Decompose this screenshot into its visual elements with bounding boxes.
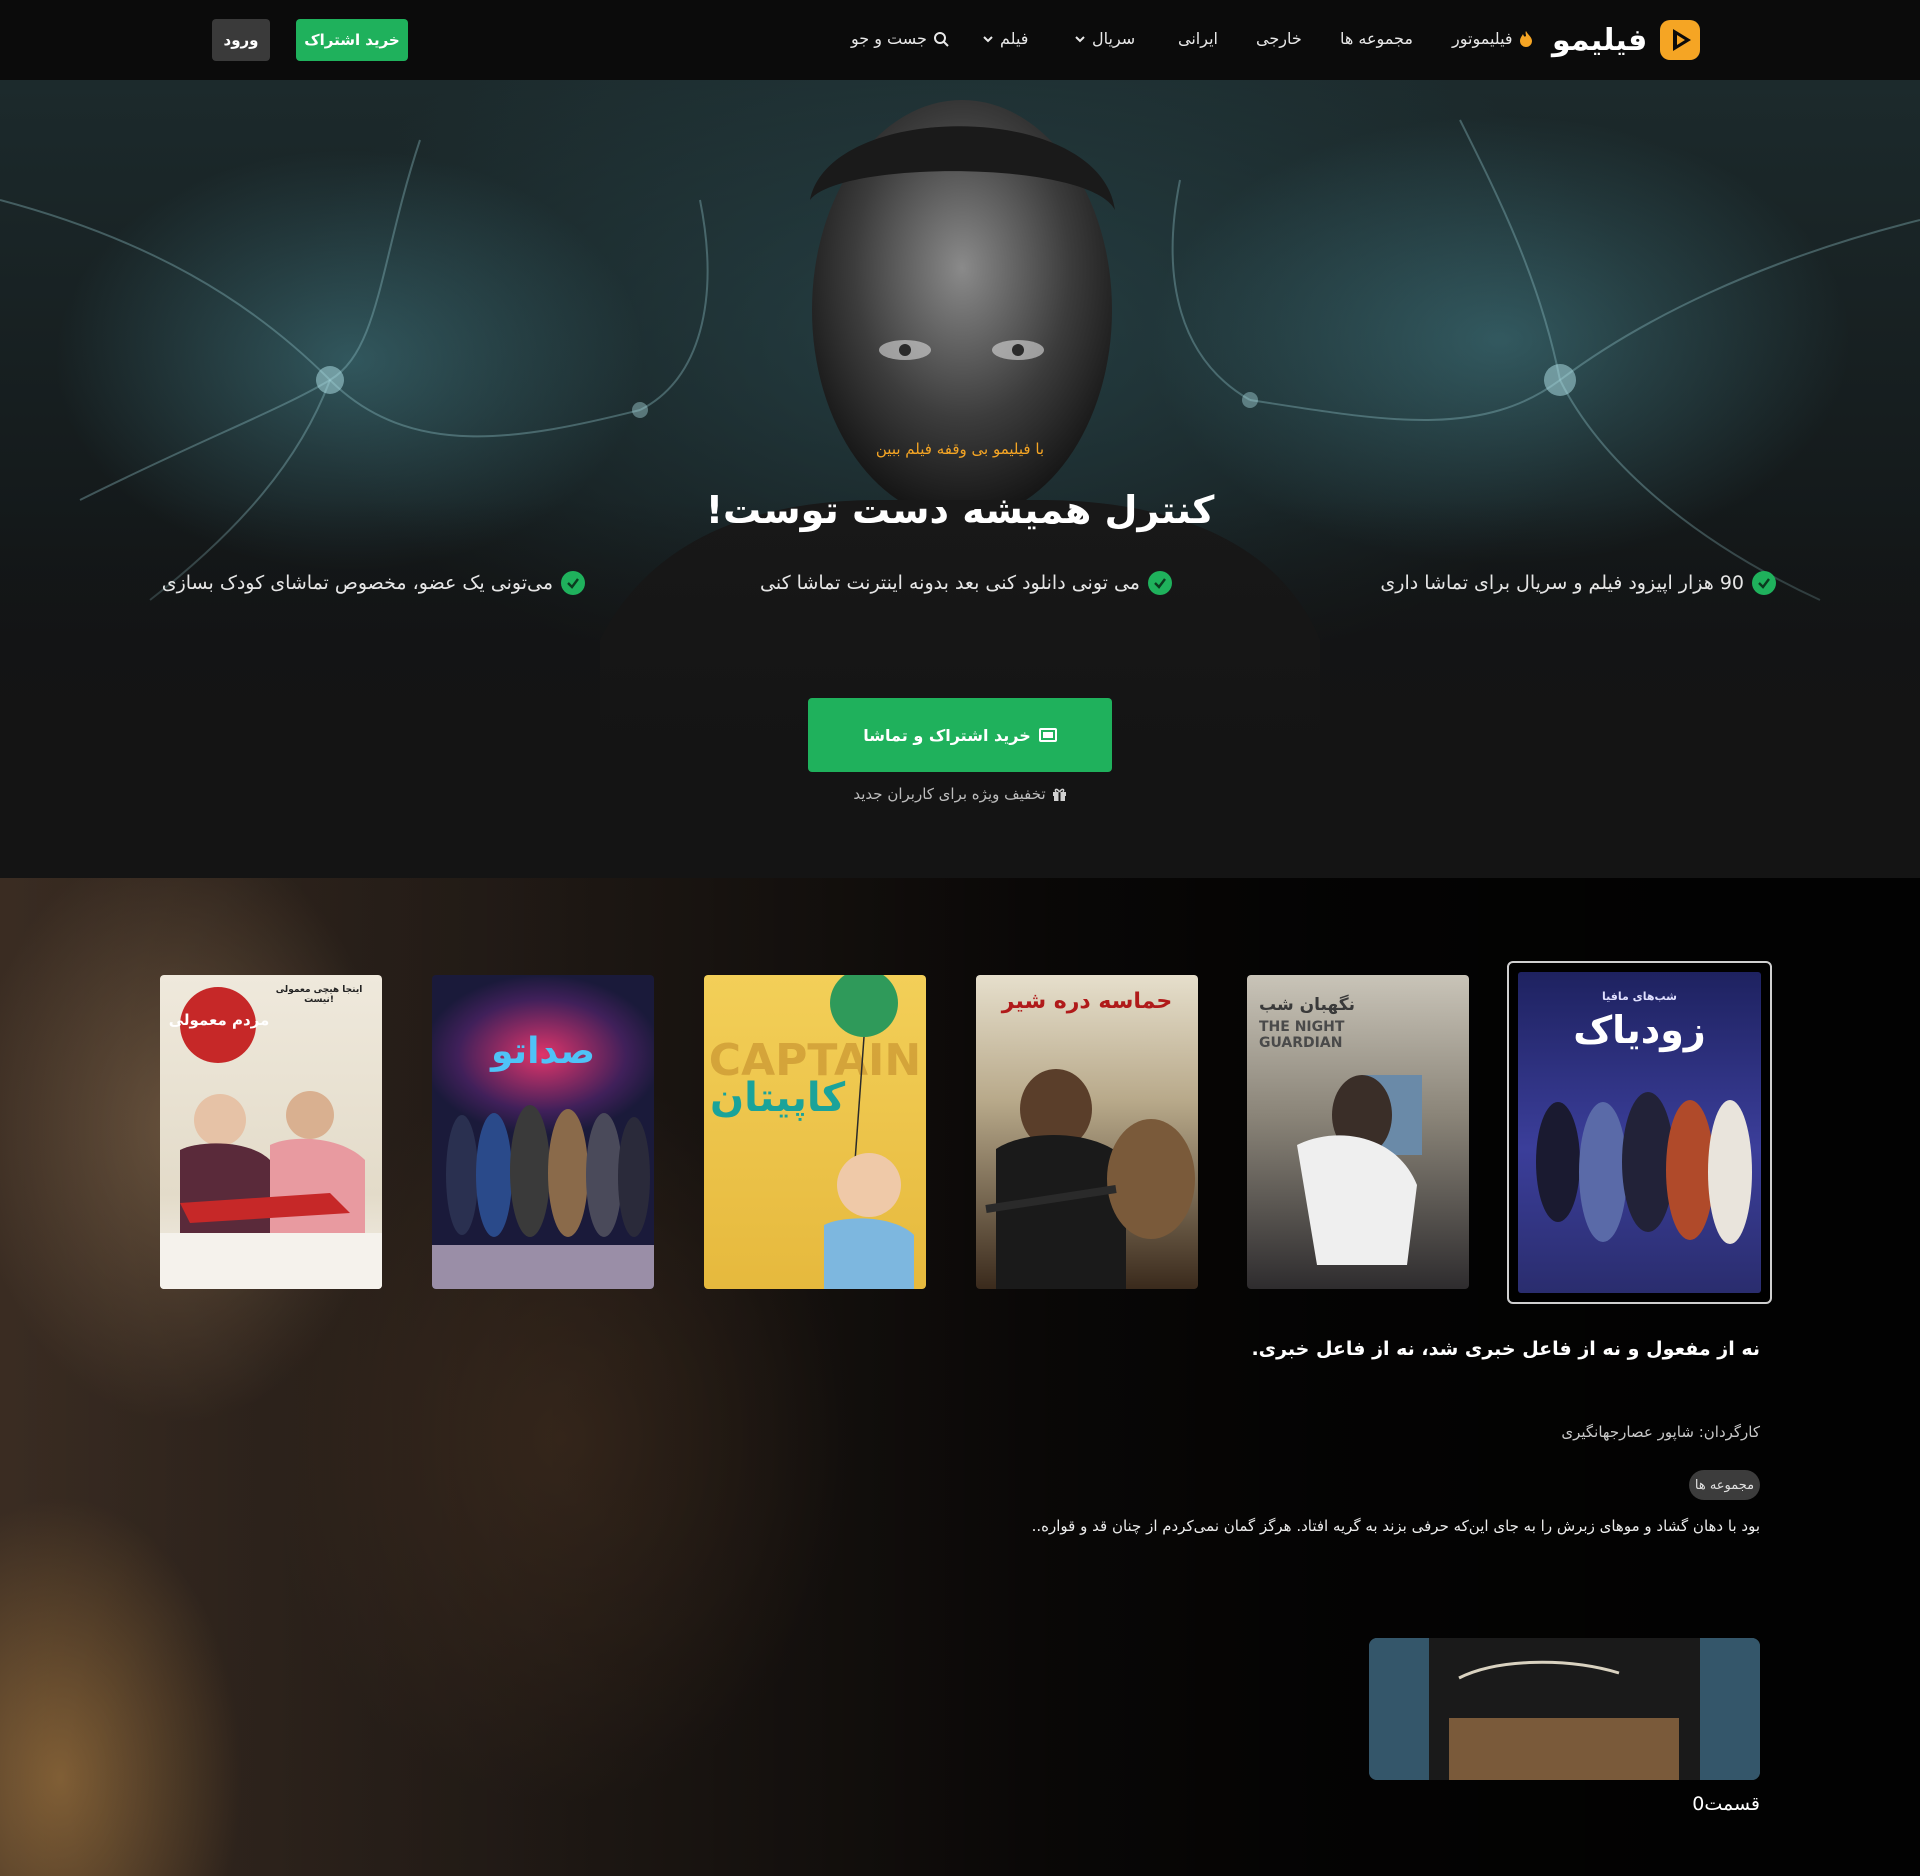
nav-series-dropdown[interactable]: سریال: [1074, 29, 1135, 48]
feature-text: می تونی دانلود کنی بعد بدونه اینترنت تما…: [760, 572, 1140, 594]
poster-figures: [985, 1069, 1195, 1289]
poster-card-lion-valley[interactable]: حماسه دره شیر: [976, 975, 1198, 1289]
login-button[interactable]: ورود: [212, 19, 270, 61]
nav-search-label: جست و جو: [851, 29, 927, 48]
search-icon: [933, 31, 949, 47]
poster-card-captain[interactable]: CAPTAIN کاپیتان: [704, 975, 926, 1289]
nav-foreign[interactable]: خارجی: [1256, 29, 1302, 48]
feature-text: 90 هزار اپیزود فیلم و سریال برای تماشا د…: [1380, 572, 1744, 594]
episode-label: قسمت0: [1692, 1793, 1760, 1815]
brand-name: فیلیمو: [1552, 22, 1648, 58]
nav-iranian[interactable]: ایرانی: [1178, 29, 1218, 48]
nav-collections-label: مجموعه ها: [1340, 29, 1413, 48]
check-circle-icon: [1148, 571, 1172, 595]
poster-title: مردم معمولی: [168, 1011, 270, 1029]
discount-text: تخفیف ویژه برای کاربران جدید: [853, 785, 1046, 803]
poster-art: نگهبان شب THE NIGHT GUARDIAN: [1247, 975, 1469, 1289]
ticket-icon: [1038, 728, 1057, 742]
poster-figures: [432, 1105, 654, 1289]
feature-item: می‌تونی یک عضو، مخصوص تماشای کودک بسازی: [162, 571, 585, 595]
poster-card-zodiac[interactable]: شب‌های مافیا زودیاک: [1507, 961, 1772, 1304]
poster-subtitle: اینجا هیچی معمولی نیست!: [275, 985, 363, 1005]
top-navbar: فیلیمو فیلیموتور مجموعه ها خارجی ایرانی …: [0, 0, 1920, 80]
feature-item: می تونی دانلود کنی بعد بدونه اینترنت تما…: [760, 571, 1172, 595]
poster-card-ordinary-people[interactable]: مردم معمولی اینجا هیچی معمولی نیست!: [160, 975, 382, 1289]
poster-figures: [1536, 1092, 1752, 1244]
poster-art: شب‌های مافیا زودیاک: [1518, 972, 1761, 1293]
hero-fade: [0, 500, 1920, 878]
poster-art: مردم معمولی اینجا هیچی معمولی نیست!: [160, 975, 382, 1289]
discount-note: تخفیف ویژه برای کاربران جدید: [0, 785, 1920, 803]
gift-icon: [1052, 788, 1066, 801]
episode-thumbnail-art: [1369, 1638, 1760, 1780]
chevron-down-icon: [1075, 35, 1085, 42]
nav-filimotor-label: فیلیموتور: [1452, 29, 1513, 48]
hero-banner: با فیلیمو بی وقفه فیلم ببین کنترل همیشه …: [0, 80, 1920, 878]
poster-figures: [1297, 1075, 1422, 1265]
poster-title: زودیاک: [1573, 1008, 1706, 1052]
poster-art: حماسه دره شیر: [976, 975, 1198, 1289]
featured-headline: نه از مفعول و نه از فاعل خبری شد، نه از …: [1251, 1338, 1760, 1360]
check-circle-icon: [561, 571, 585, 595]
fire-icon: [1519, 30, 1532, 47]
subscribe-and-watch-label: خرید اشتراک و تماشا: [863, 725, 1031, 745]
chevron-down-icon: [983, 35, 993, 42]
subscribe-button[interactable]: خرید اشتراک: [296, 19, 408, 61]
nav-film-dropdown[interactable]: فیلم: [982, 29, 1028, 48]
subscribe-and-watch-button[interactable]: خرید اشتراک و تماشا: [808, 698, 1112, 772]
nav-iranian-label: ایرانی: [1178, 29, 1218, 48]
director-credit: کارگردان: شاپور عصارجهانگیری: [1561, 1423, 1760, 1441]
nav-foreign-label: خارجی: [1256, 29, 1302, 48]
poster-subtitle: THE NIGHT GUARDIAN: [1259, 1019, 1345, 1051]
poster-card-night-guardian[interactable]: نگهبان شب THE NIGHT GUARDIAN: [1247, 975, 1469, 1289]
poster-art: صداتو: [432, 975, 654, 1289]
nav-series-label: سریال: [1092, 29, 1136, 48]
poster-title: نگهبان شب: [1259, 995, 1355, 1015]
poster-figures: [824, 975, 914, 1289]
hero-tagline: با فیلیمو بی وقفه فیلم ببین: [875, 440, 1045, 458]
poster-title: صداتو: [490, 1031, 595, 1072]
hero-title: کنترل همیشه دست توست!: [705, 488, 1215, 532]
poster-card-sedato[interactable]: صداتو: [432, 975, 654, 1289]
feature-item: 90 هزار اپیزود فیلم و سریال برای تماشا د…: [1380, 571, 1776, 595]
genre-tag[interactable]: مجموعه ها: [1689, 1470, 1760, 1500]
nav-filimotor[interactable]: فیلیموتور: [1452, 29, 1533, 48]
poster-title: حماسه دره شیر: [1001, 989, 1173, 1014]
poster-art: CAPTAIN کاپیتان: [704, 975, 926, 1289]
nav-search[interactable]: جست و جو: [851, 29, 949, 48]
play-logo-icon: [1660, 20, 1701, 60]
feature-text: می‌تونی یک عضو، مخصوص تماشای کودک بسازی: [161, 572, 553, 594]
nav-collections[interactable]: مجموعه ها: [1340, 29, 1413, 48]
check-circle-icon: [1752, 571, 1776, 595]
synopsis-text: بود با دهان گشاد و موهای زبرش را به جای …: [1031, 1517, 1760, 1535]
episode-thumbnail[interactable]: [1369, 1638, 1760, 1780]
nav-film-label: فیلم: [1000, 29, 1029, 48]
poster-subtitle: شب‌های مافیا: [1602, 990, 1677, 1003]
brand-logo-link[interactable]: فیلیمو: [1552, 16, 1701, 64]
